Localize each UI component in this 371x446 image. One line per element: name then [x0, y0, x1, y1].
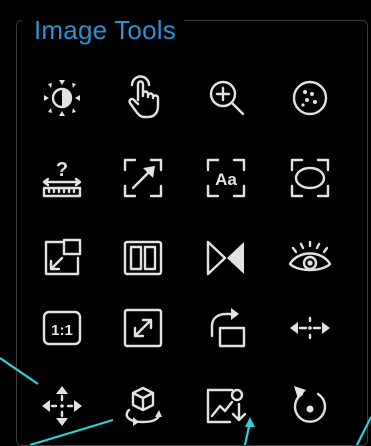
- zoom-in-icon: [209, 80, 245, 116]
- view-tool[interactable]: [282, 230, 338, 286]
- brightness-contrast-icon: [44, 80, 80, 116]
- picture-in-picture-icon: [44, 238, 82, 276]
- move-tool[interactable]: [34, 378, 90, 434]
- ellipse-roi-icon: [290, 158, 330, 198]
- svg-text:?: ?: [56, 159, 68, 181]
- move-arrows-icon: [42, 386, 82, 426]
- side-by-side-icon: [123, 240, 163, 276]
- measure-tool[interactable]: ?: [34, 150, 90, 206]
- horizontal-arrows-icon: [290, 316, 330, 340]
- svg-text:1:1: 1:1: [51, 322, 73, 339]
- diagonal-arrow-icon: [123, 158, 163, 198]
- brightness-contrast-tool[interactable]: [34, 70, 90, 126]
- side-by-side-tool[interactable]: [115, 230, 171, 286]
- text-tool[interactable]: Aa: [198, 150, 254, 206]
- text-annotation-icon: Aa: [206, 158, 246, 198]
- eye-icon: [288, 240, 332, 272]
- export-image-icon: [206, 388, 247, 424]
- hand-pointer-icon: [128, 75, 160, 119]
- reset-icon: [293, 386, 327, 423]
- picture-in-picture-tool[interactable]: [34, 230, 90, 286]
- pan-horizontal-tool[interactable]: [282, 300, 338, 356]
- 3d-rotate-tool[interactable]: [115, 378, 171, 434]
- rotate-icon: [210, 308, 246, 348]
- pointer-tool[interactable]: [115, 70, 171, 126]
- actual-size-icon: 1:1: [42, 310, 82, 346]
- 3d-rotate-icon: [125, 386, 162, 426]
- panel-title: Image Tools: [22, 15, 184, 46]
- fit-window-tool[interactable]: [115, 300, 171, 356]
- actual-size-tool[interactable]: 1:1: [34, 300, 90, 356]
- flip-horizontal-icon: [206, 240, 244, 276]
- flip-tool[interactable]: [198, 230, 254, 286]
- ellipse-tool[interactable]: [282, 150, 338, 206]
- expand-arrows-icon: [123, 308, 163, 348]
- zoom-tool[interactable]: [198, 70, 254, 126]
- region-tool[interactable]: [282, 70, 338, 126]
- arrow-tool[interactable]: [115, 150, 171, 206]
- svg-text:Aa: Aa: [215, 170, 237, 189]
- rotate-tool[interactable]: [198, 300, 254, 356]
- export-image-tool[interactable]: [198, 378, 254, 434]
- dotted-circle-icon: [292, 80, 328, 116]
- reset-tool[interactable]: [282, 378, 338, 434]
- measure-ruler-icon: ?: [42, 159, 82, 198]
